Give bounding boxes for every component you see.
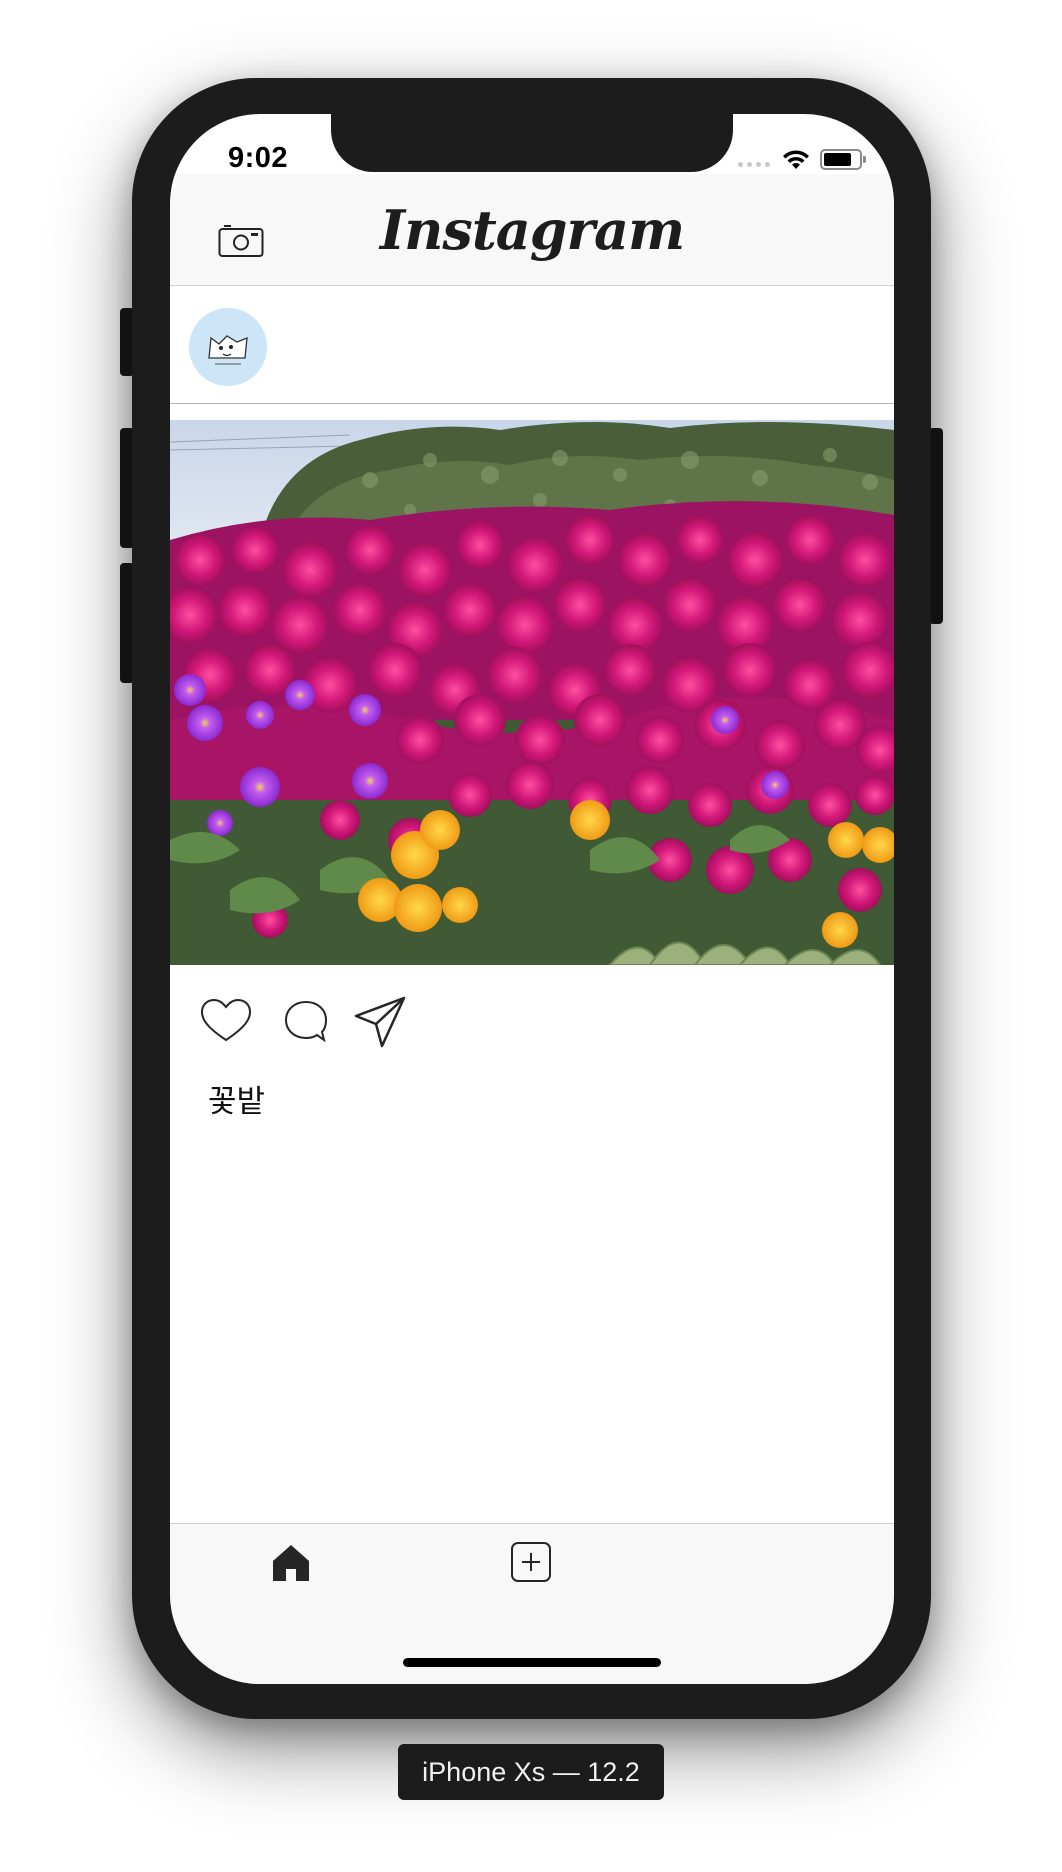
cellular-signal-icon [738, 162, 770, 167]
battery-icon [820, 149, 866, 170]
post-caption: 꽃밭 [208, 1084, 266, 1120]
add-square-icon[interactable] [510, 1541, 552, 1583]
post-header [170, 287, 894, 404]
app-logo-title: Instagram [379, 198, 685, 262]
post-actions [170, 994, 894, 1050]
home-icon[interactable] [270, 1541, 312, 1583]
avatar[interactable] [189, 308, 267, 386]
avatar-illustration [189, 308, 267, 386]
send-icon[interactable] [352, 994, 408, 1050]
comment-icon[interactable] [278, 994, 334, 1050]
phone-screen: 9:02 Instagram 꽃밭 [170, 114, 894, 1684]
flower-field-image [170, 420, 894, 965]
wifi-icon [783, 150, 809, 169]
status-time: 9:02 [228, 142, 289, 174]
heart-icon[interactable] [198, 994, 254, 1050]
home-indicator[interactable] [403, 1658, 661, 1667]
post-photo[interactable] [170, 420, 894, 965]
power-button [929, 428, 943, 624]
notch [331, 114, 733, 172]
navigation-bar: Instagram [170, 174, 894, 286]
device-label: iPhone Xs — 12.2 [398, 1744, 664, 1800]
